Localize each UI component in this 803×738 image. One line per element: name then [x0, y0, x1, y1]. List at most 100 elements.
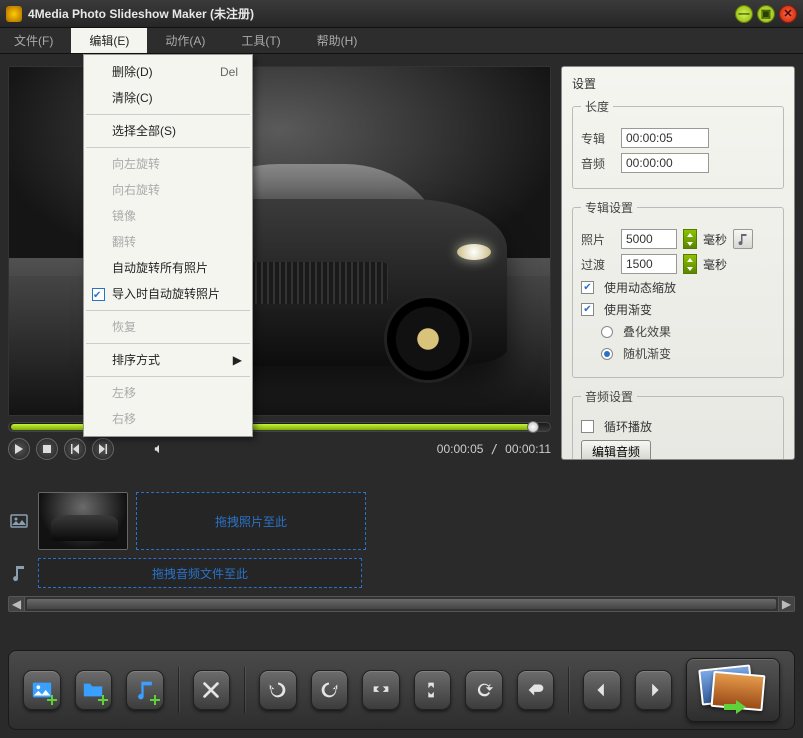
album-length-field[interactable] [621, 128, 709, 148]
rotate-ccw-button[interactable] [259, 670, 297, 710]
dynamic-zoom-checkbox[interactable] [581, 281, 594, 294]
move-right-button[interactable] [635, 670, 673, 710]
dd-move-left: 左移 [84, 380, 252, 406]
timeline-scrollbar[interactable]: ◀ ▶ [8, 596, 795, 612]
time-current: 00:00:05 [437, 442, 484, 456]
scroll-thumb[interactable] [27, 599, 776, 609]
submenu-arrow-icon: ▶ [233, 351, 242, 369]
album-length-label: 专辑 [581, 130, 615, 147]
photo-dropzone[interactable]: 拖拽照片至此 [136, 492, 366, 550]
audio-settings-group: 音频设置 循环播放 编辑音频 [572, 388, 784, 460]
length-legend: 长度 [581, 98, 613, 115]
overlay-effect-radio[interactable] [601, 326, 613, 338]
scroll-right-button[interactable]: ▶ [778, 597, 794, 611]
plus-icon [150, 695, 160, 705]
rotate-cw-button[interactable] [311, 670, 349, 710]
music-note-button[interactable] [733, 229, 753, 249]
mirror-horizontal-button[interactable] [362, 670, 400, 710]
menu-action[interactable]: 动作(A) [147, 28, 223, 53]
menu-tools[interactable]: 工具(T) [223, 28, 298, 53]
ms-unit: 毫秒 [703, 231, 727, 248]
time-total: 00:00:11 [505, 442, 551, 456]
random-gradient-radio[interactable] [601, 348, 613, 360]
menubar: 文件(F) 编辑(E) 动作(A) 工具(T) 帮助(H) [0, 28, 803, 54]
add-folder-button[interactable] [75, 670, 113, 710]
dd-restore: 恢复 [84, 314, 252, 340]
prev-button[interactable] [64, 438, 86, 460]
refresh-button[interactable] [465, 670, 503, 710]
album-settings-legend: 专辑设置 [581, 199, 637, 216]
stop-button[interactable] [36, 438, 58, 460]
transition-duration-field[interactable] [621, 254, 677, 274]
dynamic-zoom-label: 使用动态缩放 [604, 279, 676, 296]
transition-duration-spinner[interactable] [683, 254, 697, 274]
minimize-button[interactable]: — [735, 5, 753, 23]
audio-length-field[interactable] [621, 153, 709, 173]
dd-delete-label: 删除(D) [112, 63, 153, 81]
dd-separator [86, 376, 250, 377]
use-gradient-label: 使用渐变 [604, 301, 652, 318]
dd-auto-rotate-import[interactable]: 导入时自动旋转照片 [84, 281, 252, 307]
random-gradient-label: 随机渐变 [623, 345, 671, 362]
maximize-button[interactable]: ▣ [757, 5, 775, 23]
photo-duration-label: 照片 [581, 231, 615, 248]
dd-clear[interactable]: 清除(C) [84, 85, 252, 111]
plus-icon [98, 695, 108, 705]
audio-dropzone[interactable]: 拖拽音频文件至此 [38, 558, 362, 588]
settings-panel: 设置 长度 专辑 音频 专辑设置 照片 毫秒 过渡 [561, 66, 795, 460]
photo-duration-spinner[interactable] [683, 229, 697, 249]
loop-play-label: 循环播放 [604, 418, 652, 435]
window-title: 4Media Photo Slideshow Maker (未注册) [28, 5, 254, 22]
edit-audio-button[interactable]: 编辑音频 [581, 440, 651, 460]
dd-select-all[interactable]: 选择全部(S) [84, 118, 252, 144]
album-settings-group: 专辑设置 照片 毫秒 过渡 毫秒 使用动态缩放 使用渐变 [572, 199, 784, 378]
next-button[interactable] [92, 438, 114, 460]
mirror-vertical-button[interactable] [414, 670, 452, 710]
menu-file[interactable]: 文件(F) [12, 28, 71, 53]
dd-separator [86, 343, 250, 344]
photo-duration-field[interactable] [621, 229, 677, 249]
photo-track-icon [8, 512, 30, 530]
check-icon [92, 288, 105, 301]
audio-length-label: 音频 [581, 155, 615, 172]
add-photo-button[interactable] [23, 670, 61, 710]
play-button[interactable] [8, 438, 30, 460]
settings-title: 设置 [572, 75, 784, 92]
close-button[interactable]: ✕ [779, 5, 797, 23]
timeline-area: 拖拽照片至此 拖拽音频文件至此 ◀ ▶ [8, 492, 795, 616]
move-left-button[interactable] [583, 670, 621, 710]
bottom-toolbar [8, 650, 795, 730]
loop-play-checkbox[interactable] [581, 420, 594, 433]
transition-duration-label: 过渡 [581, 256, 615, 273]
dd-rotate-right: 向右旋转 [84, 177, 252, 203]
scroll-left-button[interactable]: ◀ [9, 597, 25, 611]
dd-delete[interactable]: 删除(D) Del [84, 59, 252, 85]
dd-mirror: 镜像 [84, 203, 252, 229]
length-group: 长度 专辑 音频 [572, 98, 784, 189]
volume-icon[interactable] [148, 438, 170, 460]
audio-settings-legend: 音频设置 [581, 388, 637, 405]
dd-move-right: 右移 [84, 406, 252, 432]
plus-icon [47, 695, 57, 705]
dd-sort[interactable]: 排序方式 ▶ [84, 347, 252, 373]
delete-button[interactable] [193, 670, 231, 710]
menu-edit[interactable]: 编辑(E) [71, 28, 147, 53]
dd-separator [86, 114, 250, 115]
dd-flip: 翻转 [84, 229, 252, 255]
dd-auto-rotate-all[interactable]: 自动旋转所有照片 [84, 255, 252, 281]
undo-button[interactable] [517, 670, 555, 710]
overlay-effect-label: 叠化效果 [623, 323, 671, 340]
export-button[interactable] [686, 658, 780, 722]
photo-track: 拖拽照片至此 [8, 492, 795, 550]
dd-separator [86, 310, 250, 311]
progress-knob[interactable] [527, 421, 539, 433]
menu-help[interactable]: 帮助(H) [299, 28, 376, 53]
add-music-button[interactable] [126, 670, 164, 710]
edit-dropdown: 删除(D) Del 清除(C) 选择全部(S) 向左旋转 向右旋转 镜像 翻转 … [83, 54, 253, 437]
audio-track: 拖拽音频文件至此 [8, 558, 795, 588]
timecode: 00:00:05 / 00:00:11 [437, 442, 551, 456]
titlebar: 4Media Photo Slideshow Maker (未注册) — ▣ ✕ [0, 0, 803, 28]
audio-track-icon [8, 564, 30, 582]
timeline-thumbnail[interactable] [38, 492, 128, 550]
use-gradient-checkbox[interactable] [581, 303, 594, 316]
